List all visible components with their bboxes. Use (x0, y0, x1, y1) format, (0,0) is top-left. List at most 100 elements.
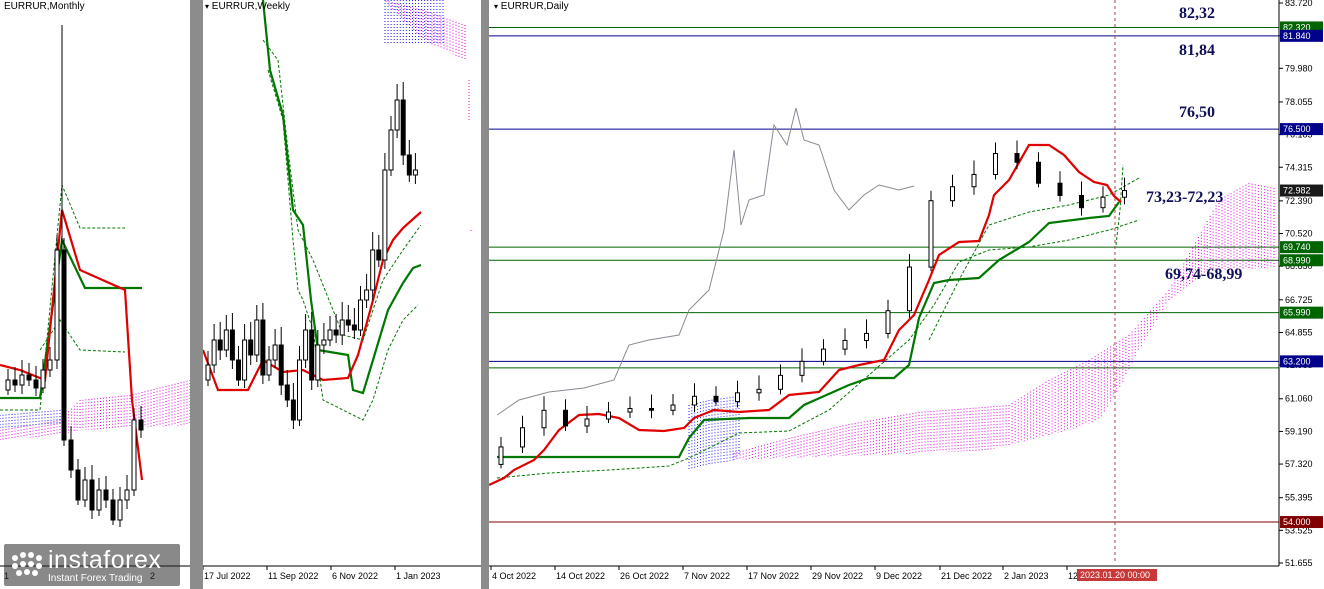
bull-candle (131, 419, 137, 491)
bear-candle (138, 419, 144, 431)
bull-candle (205, 364, 211, 381)
daily-chart-panel[interactable]: 83.72081.84079.98078.05576.18574.31572.3… (489, 0, 1324, 589)
level-price-tag-label: 63.200 (1283, 356, 1311, 366)
x-tick-label: 4 Oct 2022 (492, 571, 536, 581)
panel-separator[interactable] (190, 0, 203, 589)
instaforex-watermark: instaforex Instant Forex Trading (4, 544, 180, 586)
chart-menu-arrow-icon[interactable]: ▾ (205, 2, 209, 11)
x-tick-label: 9 Dec 2022 (876, 571, 922, 581)
bull-candle (211, 339, 217, 366)
monthly-chart-panel[interactable]: 12 EURRUR,Monthly instaforex Instant For… (0, 0, 190, 589)
x-tick-label: 21 Dec 2022 (941, 571, 992, 581)
bear-candle (284, 384, 290, 401)
bear-candle (290, 399, 296, 421)
bear-candle (68, 439, 74, 471)
bear-candle (75, 469, 81, 501)
x-tick-label: 26 Oct 2022 (620, 571, 669, 581)
bull-candle (885, 310, 891, 334)
watermark-tagline: Instant Forex Trading (48, 573, 143, 584)
bear-candle (649, 408, 654, 411)
bear-candle (12, 379, 18, 386)
bear-candle (217, 339, 223, 351)
kijun-envelope-lower (496, 219, 1140, 479)
y-tick-label: 72.390 (1285, 196, 1313, 206)
bear-candle (563, 409, 568, 427)
bull-candle (266, 359, 272, 376)
bull-candle (1122, 190, 1127, 198)
bull-candle (124, 489, 130, 501)
x-tick-label: 29 Nov 2022 (812, 571, 863, 581)
bull-candle (117, 499, 123, 521)
bull-candle (412, 169, 418, 176)
x-tick-label: 14 Oct 2022 (556, 571, 605, 581)
panel-separator[interactable] (481, 0, 489, 589)
bear-candle (26, 374, 32, 381)
bear-candle (351, 324, 357, 331)
bull-candle (339, 319, 345, 336)
y-tick-label: 79.980 (1285, 63, 1313, 73)
bull-candle (96, 489, 102, 511)
level-annotation: 73,23-72,23 (1146, 189, 1223, 206)
bear-candle (61, 249, 67, 441)
bull-candle (394, 99, 400, 131)
bull-candle (40, 369, 46, 389)
weekly-chart: 17 Jul 2022 11 Sep 2022 6 Nov 2022 1 Jan 20… (203, 0, 481, 589)
x-tick-label: 17 Nov 2022 (748, 571, 799, 581)
weekly-chart-panel[interactable]: 17 Jul 2022 11 Sep 2022 6 Nov 2022 1 Jan 20… (203, 0, 481, 589)
bull-candle (735, 392, 740, 403)
bull-candle (19, 374, 25, 386)
bull-candle (606, 411, 611, 420)
y-tick-label: 83.720 (1285, 0, 1313, 8)
instaforex-logo-icon (12, 552, 42, 576)
bear-candle (1036, 161, 1041, 184)
kijun-envelope (39, 319, 126, 353)
bull-candle (297, 359, 302, 421)
bull-candle (670, 404, 676, 411)
bear-candle (1057, 182, 1063, 196)
bull-candle (799, 360, 805, 376)
watermark-brand: instaforex (48, 546, 162, 574)
level-price-tag-label: 68.990 (1283, 255, 1311, 265)
bull-candle (54, 249, 60, 361)
x-tick-label: 17 Jul 2022 (204, 571, 251, 581)
level-price-tag-label: 69.740 (1283, 242, 1311, 252)
bull-candle (842, 339, 848, 350)
bull-candle (5, 379, 11, 391)
chikou-span-line (496, 107, 915, 416)
bull-candle (584, 418, 590, 427)
y-tick-label: 57.320 (1285, 459, 1313, 469)
bull-candle (370, 249, 376, 291)
bull-candle (315, 344, 321, 381)
level-annotation: 82,32 (1179, 5, 1215, 22)
level-price-tag-label: 81.840 (1283, 31, 1311, 41)
kijun-line (497, 201, 1120, 459)
x-tick-label: 7 Nov 2022 (684, 571, 730, 581)
bull-candle (1100, 196, 1106, 209)
chart-menu-arrow-icon[interactable]: ▾ (494, 2, 498, 11)
bear-candle (248, 339, 254, 356)
bear-candle (236, 359, 241, 381)
bear-candle (229, 329, 235, 361)
bull-candle (971, 174, 977, 188)
bull-candle (756, 388, 762, 394)
x-tick-label: 11 Sep 2022 (268, 571, 318, 581)
daily-chart: 83.72081.84079.98078.05576.18574.31572.3… (489, 0, 1324, 589)
bull-candle (950, 186, 955, 202)
bull-candle (520, 427, 525, 448)
weekly-chart-title-text: EURRUR,Weekly (211, 1, 290, 12)
bear-candle (713, 395, 719, 403)
x-tick-label: 6 Nov 2022 (332, 571, 378, 581)
bear-candle (406, 154, 412, 176)
kijun-line (0, 236, 142, 400)
daily-chart-title: ▾ EURRUR,Daily (494, 1, 569, 12)
y-tick-label: 64.855 (1285, 327, 1313, 337)
bull-candle (864, 332, 869, 341)
bull-candle (358, 299, 363, 331)
bull-candle (907, 266, 912, 312)
bull-candle (327, 329, 333, 341)
bull-candle (778, 374, 783, 390)
bull-candle (223, 329, 229, 351)
cursor-time-tag-label: 2023.01.20 00:00 (1080, 570, 1150, 580)
bear-candle (89, 479, 95, 511)
kijun-envelope-upper (928, 177, 1140, 341)
